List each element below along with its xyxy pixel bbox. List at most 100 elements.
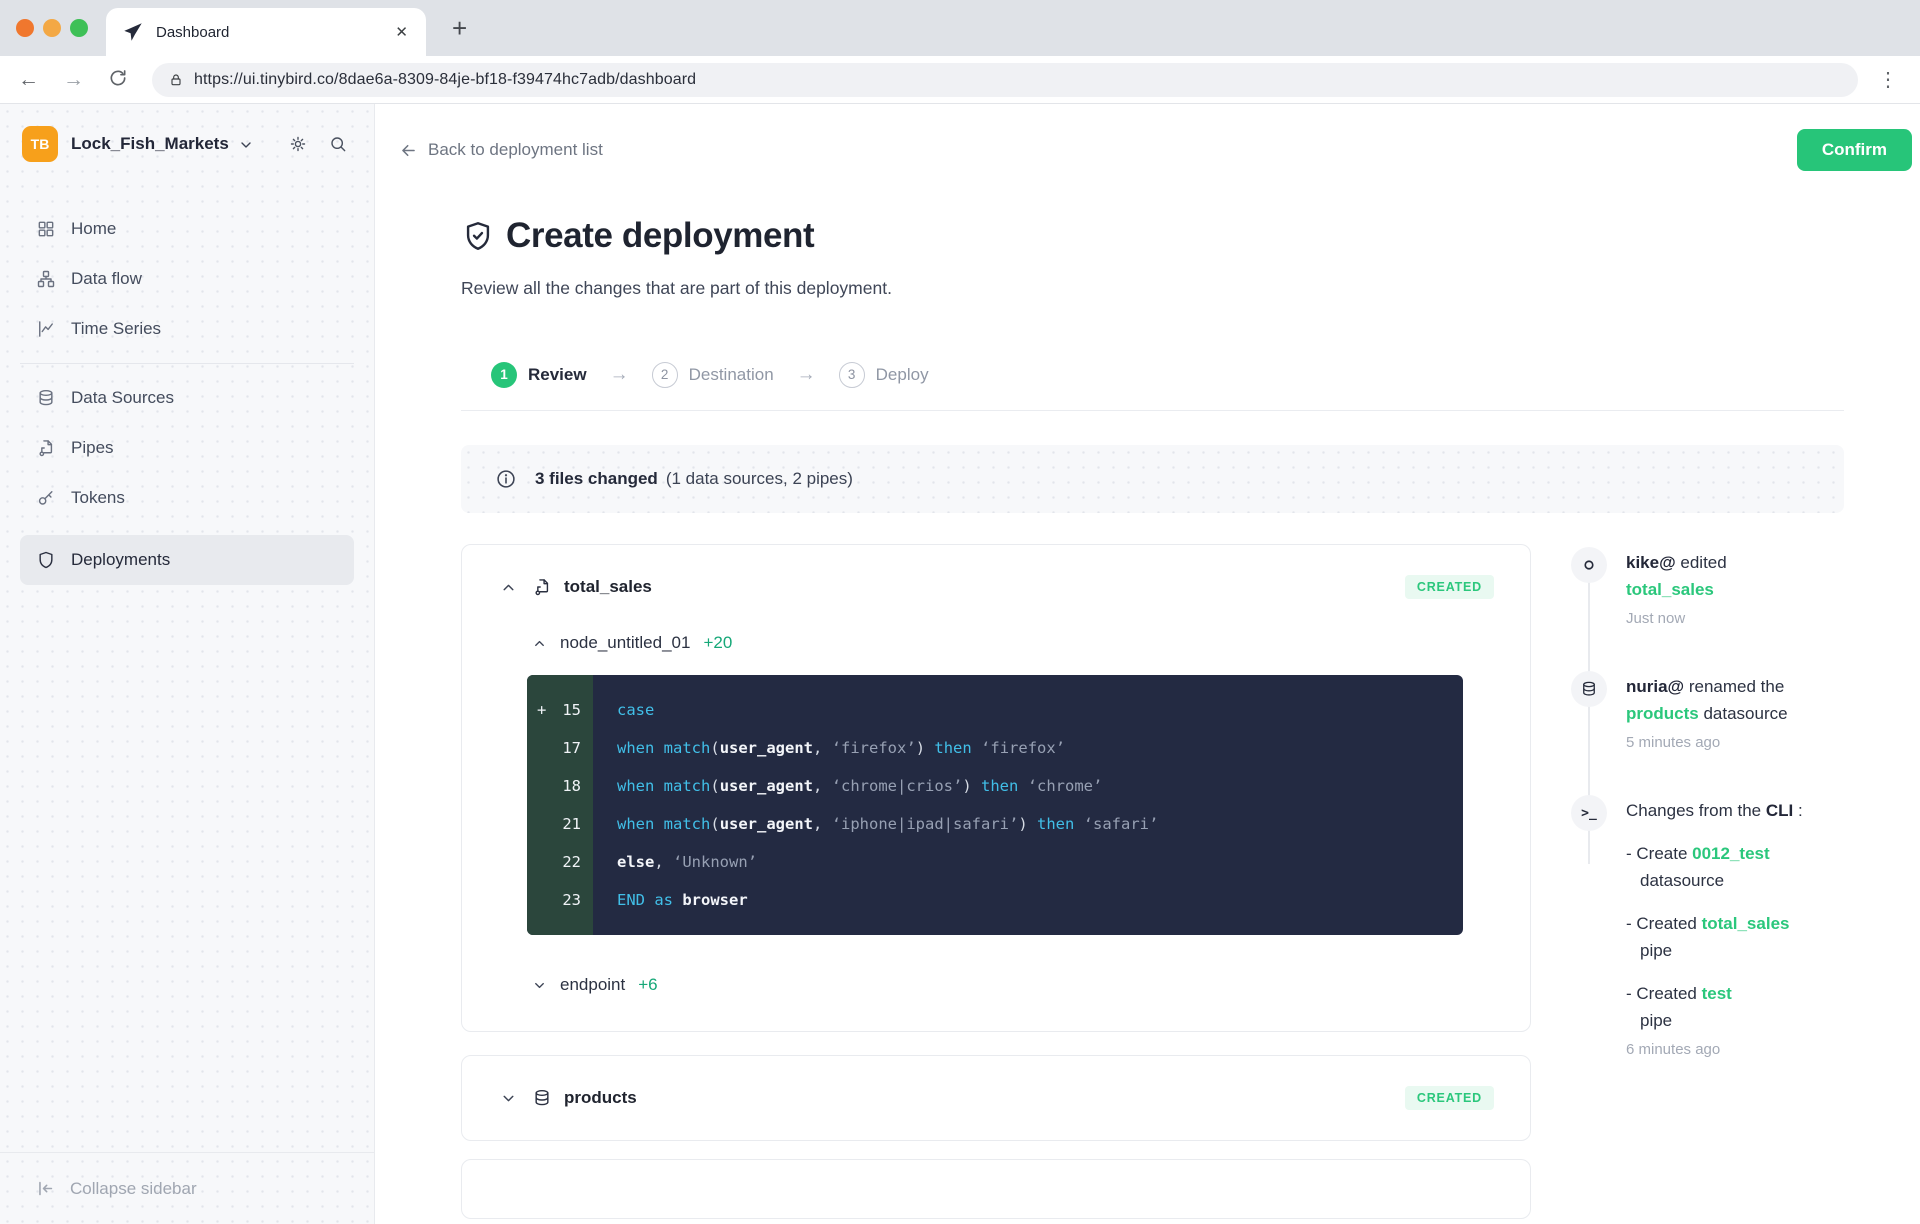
- code-token: match: [664, 777, 711, 795]
- activity-text-line: Changes from the CLI :: [1626, 797, 1843, 824]
- database-icon: [36, 388, 56, 408]
- gear-icon[interactable]: [288, 134, 308, 154]
- diff-count: +20: [703, 633, 732, 653]
- chevron-up-icon[interactable]: [500, 579, 517, 596]
- window-zoom-button[interactable]: [70, 19, 88, 37]
- tab-strip: Dashboard ✕ +: [0, 0, 1920, 56]
- resource-link[interactable]: total_sales: [1626, 580, 1714, 599]
- code-token: ‘firefox’: [832, 739, 916, 757]
- code-token: ‘iphone|ipad|safari’: [832, 815, 1019, 833]
- new-tab-button[interactable]: +: [452, 13, 467, 44]
- activity-text: - Created: [1626, 984, 1702, 1003]
- activity-text-line: - Created total_sales: [1626, 910, 1843, 937]
- code-line: END as browser: [617, 881, 1463, 919]
- activity-text-line: pipe: [1626, 937, 1843, 964]
- browser-forward-icon[interactable]: →: [63, 69, 84, 90]
- shield-icon: [36, 550, 56, 570]
- tab-close-icon[interactable]: ✕: [393, 23, 410, 41]
- workspace-switcher[interactable]: TB Lock_Fish_Markets: [0, 104, 374, 162]
- activity-item-1: kike@ editedtotal_salesJust now: [1571, 549, 1843, 627]
- stepper-step-review[interactable]: 1Review: [491, 362, 587, 388]
- code-token: then: [981, 777, 1028, 795]
- code-token: ): [916, 739, 935, 757]
- card-header-products[interactable]: products CREATED: [462, 1056, 1530, 1140]
- code-token: ,: [813, 815, 832, 833]
- flow-icon: [36, 269, 56, 289]
- code-line-number: +15: [537, 691, 581, 729]
- change-card-products: products CREATED: [461, 1055, 1531, 1141]
- sidebar-item-data-sources[interactable]: Data Sources: [20, 373, 354, 423]
- line-number: 21: [562, 815, 581, 833]
- code-token: (: [710, 739, 719, 757]
- stepper-step-deploy[interactable]: 3 Deploy: [839, 362, 929, 388]
- chevron-down-icon[interactable]: [500, 1090, 517, 1107]
- browser-chrome: Dashboard ✕ + ← → https://ui.tinybird.co…: [0, 0, 1920, 104]
- sidebar-item-label: Time Series: [71, 319, 161, 339]
- resource-link[interactable]: total_sales: [1702, 914, 1790, 933]
- activity-text: kike@: [1626, 553, 1676, 572]
- window-minimize-button[interactable]: [43, 19, 61, 37]
- code-line: when match(user_agent, ‘firefox’) then ‘…: [617, 729, 1463, 767]
- sidebar-item-label: Home: [71, 219, 116, 239]
- card-header-total-sales[interactable]: total_sales CREATED: [462, 545, 1530, 599]
- activity-feed: kike@ editedtotal_salesJust nownuria@ re…: [1571, 544, 1843, 1219]
- back-link-label: Back to deployment list: [428, 140, 603, 160]
- window-close-button[interactable]: [16, 19, 34, 37]
- database-icon: [1580, 680, 1598, 698]
- collapse-sidebar-button[interactable]: Collapse sidebar: [0, 1152, 374, 1224]
- activity-timestamp: 5 minutes ago: [1626, 734, 1843, 751]
- browser-menu-icon[interactable]: ⋮: [1874, 67, 1902, 92]
- code-token: ,: [654, 853, 673, 871]
- code-line-number: 18: [537, 767, 581, 805]
- diff-added-marker: +: [537, 701, 547, 719]
- node-toggle-endpoint[interactable]: endpoint +6: [462, 975, 1530, 1031]
- chevron-down-icon: [532, 978, 547, 993]
- step-number: 2: [652, 362, 678, 388]
- sidebar-item-home[interactable]: Home: [20, 204, 354, 254]
- chevron-up-icon: [532, 636, 547, 651]
- code-token: user_agent: [720, 815, 813, 833]
- arrow-right-icon: →: [797, 364, 816, 386]
- sidebar-item-tokens[interactable]: Tokens: [20, 473, 354, 523]
- code-token: ,: [813, 777, 832, 795]
- browser-tab[interactable]: Dashboard ✕: [106, 8, 426, 56]
- stepper: 1Review→2Destination→3Deploy: [461, 361, 1844, 388]
- step-label: Deploy: [876, 365, 929, 385]
- search-icon[interactable]: [328, 134, 348, 154]
- sidebar-item-data-flow[interactable]: Data flow: [20, 254, 354, 304]
- code-line-number: 23: [537, 881, 581, 919]
- activity-text: - Create: [1626, 844, 1692, 863]
- window-controls: [16, 19, 88, 37]
- confirm-button[interactable]: Confirm: [1797, 129, 1912, 171]
- browser-back-icon[interactable]: ←: [18, 69, 39, 90]
- sidebar-item-deployments[interactable]: Deployments: [20, 535, 354, 585]
- activity-text-line: pipe: [1626, 1007, 1843, 1034]
- step-number: 3: [839, 362, 865, 388]
- resource-link[interactable]: test: [1702, 984, 1732, 1003]
- resource-link[interactable]: 0012_test: [1692, 844, 1770, 863]
- database-icon: [532, 1088, 552, 1108]
- browser-reload-icon[interactable]: [108, 68, 128, 92]
- files-changed-count: 3 files changed: [535, 469, 658, 488]
- line-number: 15: [562, 701, 581, 719]
- resource-link[interactable]: products: [1626, 704, 1699, 723]
- sidebar-item-time-series[interactable]: Time Series: [20, 304, 354, 354]
- code-token: ‘firefox’: [981, 739, 1065, 757]
- back-to-deployment-list-link[interactable]: Back to deployment list: [399, 140, 603, 160]
- line-number: 18: [562, 777, 581, 795]
- address-bar-input[interactable]: https://ui.tinybird.co/8dae6a-8309-84je-…: [152, 63, 1858, 97]
- activity-item-2: nuria@ renamed theproducts datasource5 m…: [1571, 673, 1843, 751]
- activity-text-line: total_sales: [1626, 576, 1843, 603]
- url-bar: ← → https://ui.tinybird.co/8dae6a-8309-8…: [0, 56, 1920, 104]
- activity-text-line: kike@ edited: [1626, 549, 1843, 576]
- code-token: ‘safari’: [1084, 815, 1159, 833]
- node-toggle-node-untitled-01[interactable]: node_untitled_01 +20: [462, 633, 1530, 653]
- sidebar-divider: [20, 363, 354, 364]
- stepper-step-destination[interactable]: 2Destination: [652, 362, 774, 388]
- dot-circle-icon: [1580, 556, 1598, 574]
- sidebar-item-pipes[interactable]: Pipes: [20, 423, 354, 473]
- page-title: Create deployment: [506, 216, 814, 256]
- card-title: products: [564, 1088, 637, 1108]
- activity-text: pipe: [1640, 941, 1672, 960]
- files-changed-banner: 3 files changed(1 data sources, 2 pipes): [461, 445, 1844, 513]
